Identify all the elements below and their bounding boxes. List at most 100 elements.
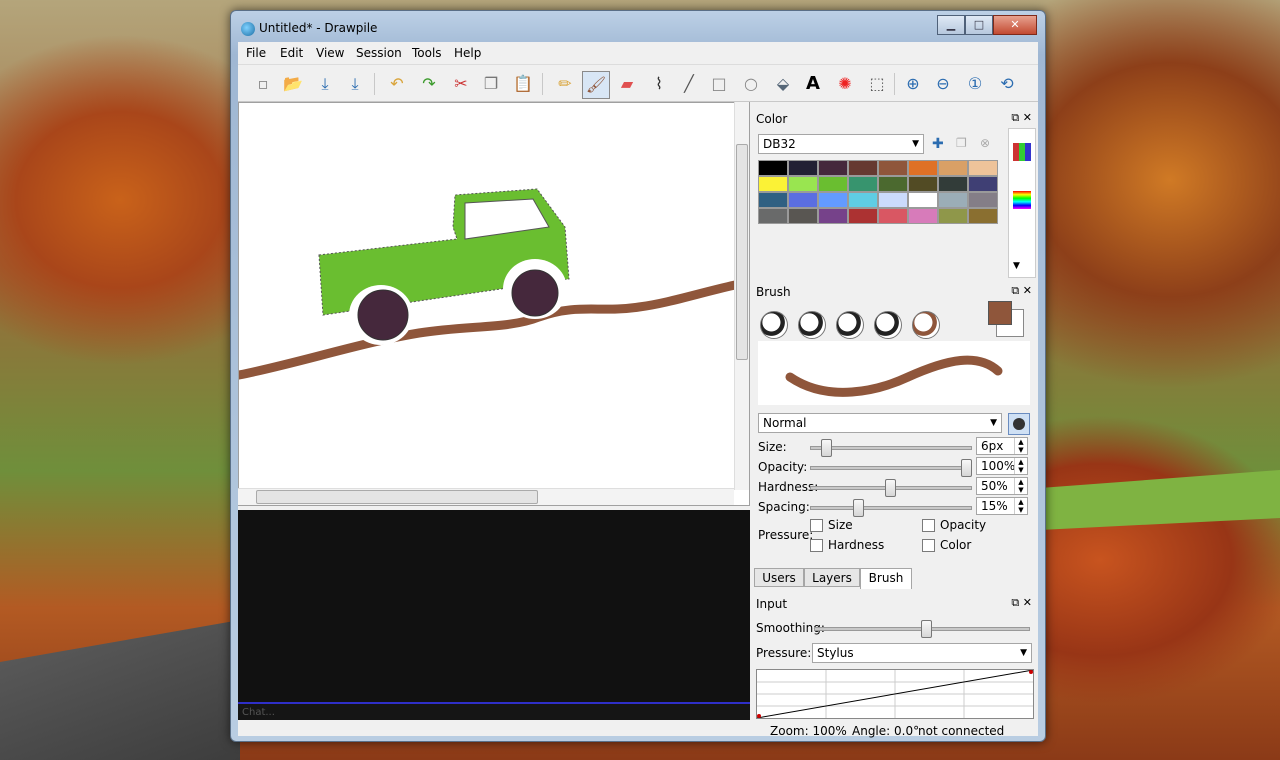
pressure-curve-editor[interactable] xyxy=(756,669,1034,719)
palette-swatch[interactable] xyxy=(938,160,968,176)
palette-swatch[interactable] xyxy=(758,176,788,192)
smoothing-slider[interactable] xyxy=(814,620,1030,638)
spacing-slider[interactable] xyxy=(810,499,972,517)
palette-swatch[interactable] xyxy=(848,208,878,224)
rectangle-icon[interactable]: □ xyxy=(708,73,730,95)
pressure-color-checkbox[interactable] xyxy=(922,539,935,552)
copy-icon[interactable]: ❐ xyxy=(480,73,502,95)
hardness-slider[interactable] xyxy=(810,479,972,497)
palette-swatch[interactable] xyxy=(758,160,788,176)
palette-swatch[interactable] xyxy=(788,160,818,176)
undo-icon[interactable]: ↶ xyxy=(386,73,408,95)
color-picker-icon[interactable]: ⌇ xyxy=(648,73,670,95)
spacing-slider-handle[interactable] xyxy=(853,499,864,517)
opacity-slider[interactable] xyxy=(810,459,972,477)
palette-swatch[interactable] xyxy=(788,208,818,224)
minimize-button[interactable]: ▁ xyxy=(937,15,965,35)
palette-swatch[interactable] xyxy=(758,208,788,224)
dock-float-close-icons[interactable]: ⧉ ✕ xyxy=(1011,284,1032,298)
pressure-size-checkbox[interactable] xyxy=(810,519,823,532)
palette-swatch[interactable] xyxy=(938,192,968,208)
canvas-horizontal-scrollbar[interactable] xyxy=(238,488,734,505)
brush-preset-4[interactable] xyxy=(874,311,902,339)
blend-mode-select[interactable]: Normal ▼ xyxy=(758,413,1002,433)
chat-input[interactable]: Chat... xyxy=(238,702,750,720)
eraser-mode-toggle[interactable] xyxy=(1008,413,1030,435)
paste-icon[interactable]: 📋 xyxy=(512,73,534,95)
brush-preset-1[interactable] xyxy=(760,311,788,339)
color-sliders-icon[interactable] xyxy=(1013,191,1031,209)
palette-swatch[interactable] xyxy=(878,176,908,192)
save-icon[interactable]: ⤓ xyxy=(314,73,336,95)
menu-session[interactable]: Session xyxy=(356,46,402,60)
pencil-icon[interactable]: ✏ xyxy=(554,73,576,95)
opacity-slider-handle[interactable] xyxy=(961,459,972,477)
delete-palette-icon[interactable]: ⊗ xyxy=(980,136,990,150)
palette-swatch[interactable] xyxy=(878,160,908,176)
vertical-scroll-thumb[interactable] xyxy=(736,144,748,360)
size-slider[interactable] xyxy=(810,439,972,457)
palette-swatch[interactable] xyxy=(788,192,818,208)
palette-swatch[interactable] xyxy=(848,176,878,192)
spin-arrows-icon[interactable]: ▲ ▼ xyxy=(1014,478,1027,494)
new-icon[interactable]: ▫ xyxy=(252,73,274,95)
fill-icon[interactable]: ⬙ xyxy=(772,73,794,95)
palette-swatch[interactable] xyxy=(848,192,878,208)
foreground-color-swatch[interactable] xyxy=(988,301,1012,325)
palette-swatch[interactable] xyxy=(908,160,938,176)
canvas-vertical-scrollbar[interactable] xyxy=(734,102,749,490)
menu-tools[interactable]: Tools xyxy=(412,46,442,60)
horizontal-scroll-thumb[interactable] xyxy=(256,490,538,504)
palette-swatch[interactable] xyxy=(938,208,968,224)
hardness-spinbox[interactable]: 50% ▲ ▼ xyxy=(976,477,1028,495)
brush-preset-3[interactable] xyxy=(836,311,864,339)
text-icon[interactable]: A xyxy=(802,73,824,95)
palette-swatch[interactable] xyxy=(788,176,818,192)
hardness-slider-handle[interactable] xyxy=(885,479,896,497)
copy-palette-icon[interactable]: ❐ xyxy=(956,136,967,150)
spin-arrows-icon[interactable]: ▲ ▼ xyxy=(1014,438,1027,454)
palette-swatch[interactable] xyxy=(878,208,908,224)
palette-mode-icon[interactable] xyxy=(1013,143,1031,161)
palette-swatch[interactable] xyxy=(818,192,848,208)
menu-edit[interactable]: Edit xyxy=(280,46,303,60)
palette-swatch[interactable] xyxy=(968,176,998,192)
scroll-down-icon[interactable]: ▼ xyxy=(1013,261,1020,271)
palette-swatch[interactable] xyxy=(968,160,998,176)
palette-swatch[interactable] xyxy=(818,176,848,192)
rotate-reset-icon[interactable]: ⟲ xyxy=(996,73,1018,95)
menu-help[interactable]: Help xyxy=(454,46,481,60)
zoom-reset-icon[interactable]: ① xyxy=(964,73,986,95)
close-button[interactable]: ✕ xyxy=(993,15,1037,35)
zoom-out-icon[interactable]: ⊖ xyxy=(932,73,954,95)
laser-icon[interactable]: ✺ xyxy=(834,73,856,95)
tab-users[interactable]: Users xyxy=(754,568,804,587)
spacing-spinbox[interactable]: 15% ▲ ▼ xyxy=(976,497,1028,515)
palette-swatch[interactable] xyxy=(968,192,998,208)
brush-preset-5[interactable] xyxy=(912,311,940,339)
selection-icon[interactable]: ⬚ xyxy=(866,73,888,95)
cut-icon[interactable]: ✂ xyxy=(450,73,472,95)
palette-swatch[interactable] xyxy=(878,192,908,208)
palette-swatch[interactable] xyxy=(818,208,848,224)
brush-preset-2[interactable] xyxy=(798,311,826,339)
open-icon[interactable]: 📂 xyxy=(282,73,304,95)
size-spinbox[interactable]: 6px ▲ ▼ xyxy=(976,437,1028,455)
spin-arrows-icon[interactable]: ▲ ▼ xyxy=(1014,498,1027,514)
palette-swatch[interactable] xyxy=(908,192,938,208)
title-bar[interactable]: Untitled* - Drawpile ▁ □ ✕ xyxy=(231,11,1045,41)
palette-select[interactable]: DB32 ▼ xyxy=(758,134,924,154)
maximize-button[interactable]: □ xyxy=(965,15,993,35)
menu-view[interactable]: View xyxy=(316,46,344,60)
size-slider-handle[interactable] xyxy=(821,439,832,457)
brush-icon[interactable]: 🖌 xyxy=(582,71,610,99)
save-as-icon[interactable]: ⤓ xyxy=(344,73,366,95)
smoothing-slider-handle[interactable] xyxy=(921,620,932,638)
line-icon[interactable]: ╱ xyxy=(678,73,700,95)
menu-file[interactable]: File xyxy=(246,46,266,60)
palette-swatch[interactable] xyxy=(908,208,938,224)
dock-float-close-icons[interactable]: ⧉ ✕ xyxy=(1011,111,1032,125)
dock-float-close-icons[interactable]: ⧉ ✕ xyxy=(1011,596,1032,610)
opacity-spinbox[interactable]: 100% ▲ ▼ xyxy=(976,457,1028,475)
palette-swatch[interactable] xyxy=(818,160,848,176)
